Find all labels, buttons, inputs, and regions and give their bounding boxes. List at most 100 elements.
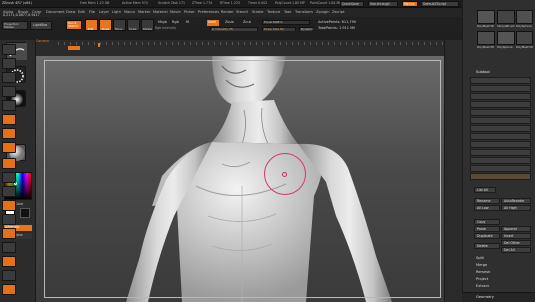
rename-button[interactable]: Rename	[474, 198, 500, 204]
subtool-row[interactable]	[470, 133, 531, 140]
menu-texture[interactable]: Texture	[267, 10, 280, 15]
subtool-row-selected[interactable]	[470, 173, 531, 180]
del-all-button[interactable]: Del All	[501, 247, 531, 253]
projection-master-button[interactable]: Projection Master	[2, 21, 28, 30]
menus-button[interactable]: Menus	[402, 1, 418, 7]
zoom-button[interactable]	[2, 86, 16, 97]
background-color-swatch[interactable]	[20, 208, 30, 218]
xyz-button[interactable]	[2, 158, 16, 169]
split-menu[interactable]: Split	[476, 256, 484, 261]
rotate-view-button[interactable]	[2, 214, 16, 225]
subtool-row[interactable]	[470, 85, 531, 92]
camera-label[interactable]: Camera	[36, 39, 49, 43]
insert-button[interactable]: Insert	[501, 233, 531, 239]
move-view-button[interactable]	[2, 186, 16, 197]
menu-material[interactable]: Material	[153, 10, 168, 15]
geometry-section[interactable]: Geometry	[462, 292, 535, 302]
quicksave-button[interactable]: QuickSave	[340, 1, 364, 7]
persp-button[interactable]	[2, 114, 16, 125]
subtool-row[interactable]	[470, 77, 531, 84]
menu-stroke[interactable]: Stroke	[252, 10, 263, 15]
all-high-button[interactable]: All High	[501, 205, 531, 211]
lightbox-button[interactable]: LightBox	[30, 21, 52, 30]
autoreorder-button[interactable]: AutoReorder	[501, 198, 531, 204]
m-toggle[interactable]: M	[186, 20, 189, 25]
timeline-marker[interactable]	[98, 43, 100, 47]
delete-button[interactable]: Delete	[474, 243, 500, 249]
duplicate-button[interactable]: Duplicate	[474, 233, 500, 239]
paste-button[interactable]: Paste	[474, 226, 500, 232]
local-button[interactable]	[2, 142, 16, 153]
menu-picker[interactable]: Picker	[184, 10, 195, 15]
draw-button[interactable]: Draw	[99, 19, 112, 31]
menu-layer[interactable]: Layer	[99, 10, 109, 15]
scale-view-button[interactable]	[2, 200, 16, 211]
focal-shift-slider[interactable]: Focal Shift 0	[262, 20, 310, 25]
menu-edit[interactable]: Edit	[78, 10, 85, 15]
subtool-row[interactable]	[470, 157, 531, 164]
subtool-row[interactable]	[470, 149, 531, 156]
zcut-toggle[interactable]: Zcut	[243, 20, 251, 25]
subtool-row[interactable]	[470, 109, 531, 116]
menu-marker[interactable]: Marker	[138, 10, 150, 15]
rgb-intensity-slider[interactable]: Rgb Intensity	[155, 26, 176, 30]
tool-thumb-1[interactable]	[477, 10, 495, 24]
rgb-toggle[interactable]: Rgb	[172, 20, 179, 25]
see-through-button[interactable]: See-through	[368, 1, 398, 7]
move-button[interactable]: Move	[113, 19, 126, 31]
subtool-row[interactable]	[470, 101, 531, 108]
subtool-row[interactable]	[470, 125, 531, 132]
bpr-button[interactable]	[2, 44, 16, 55]
subtool-row[interactable]	[470, 117, 531, 124]
ghost-button[interactable]	[2, 256, 16, 267]
extract-menu[interactable]: Extract	[476, 284, 489, 289]
subtool-row[interactable]	[470, 165, 531, 172]
del-other-button[interactable]: Del Other	[501, 240, 531, 246]
zadd-toggle[interactable]: Zadd	[207, 20, 219, 26]
quick-sketch-button[interactable]: Quick Sketch	[66, 20, 82, 30]
xpose-button[interactable]	[2, 284, 16, 295]
solo-button[interactable]	[2, 270, 16, 281]
menu-document[interactable]: Document	[46, 10, 65, 15]
list-all-button[interactable]: List All	[474, 187, 496, 193]
menu-render[interactable]: Render	[221, 10, 234, 15]
tool-thumb-4[interactable]	[477, 31, 495, 45]
menu-light[interactable]: Light	[112, 10, 121, 15]
project-menu[interactable]: Project	[476, 277, 488, 282]
menu-macro[interactable]: Macro	[124, 10, 135, 15]
tool-thumb-3[interactable]	[516, 10, 533, 24]
menu-movie[interactable]: Movie	[170, 10, 181, 15]
tool-thumb-2[interactable]	[497, 10, 515, 24]
mrgb-toggle[interactable]: Mrgb	[158, 20, 167, 25]
menu-transform[interactable]: Transform	[295, 10, 313, 15]
menu-draw[interactable]: Draw	[66, 10, 75, 15]
timeline-key-orange[interactable]	[68, 46, 80, 50]
polyf-button[interactable]	[2, 228, 16, 239]
merge-menu[interactable]: Merge	[476, 263, 487, 268]
menu-zscript[interactable]: Zscript	[332, 10, 344, 15]
copy-button[interactable]: Copy	[474, 219, 500, 225]
all-low-button[interactable]: All Low	[474, 205, 500, 211]
remesh-menu[interactable]: Remesh	[476, 270, 490, 275]
floor-button[interactable]	[2, 128, 16, 139]
subtool-row[interactable]	[470, 141, 531, 148]
zsub-toggle[interactable]: Zsub	[225, 20, 234, 25]
menu-tool[interactable]: Tool	[284, 10, 291, 15]
menu-file[interactable]: File	[89, 10, 95, 15]
edit-button[interactable]: Edit	[85, 19, 98, 31]
timeline-track[interactable]	[58, 42, 444, 45]
frame-button[interactable]	[2, 172, 16, 183]
menu-preferences[interactable]: Preferences	[198, 10, 219, 15]
scale-button[interactable]: Scale	[127, 19, 140, 31]
scroll-button[interactable]	[2, 72, 16, 83]
append-button[interactable]: Append	[501, 226, 531, 232]
menu-stencil[interactable]: Stencil	[236, 10, 248, 15]
transp-button[interactable]	[2, 242, 16, 253]
rotate-button[interactable]: Rotate	[141, 19, 154, 31]
subtool-title[interactable]: Subtool	[476, 70, 490, 75]
spix-button[interactable]	[2, 58, 16, 69]
actual-button[interactable]	[2, 100, 16, 111]
subtool-row[interactable]	[470, 93, 531, 100]
tool-thumb-6[interactable]	[516, 31, 533, 45]
menu-zplugin[interactable]: Zplugin	[316, 10, 330, 15]
